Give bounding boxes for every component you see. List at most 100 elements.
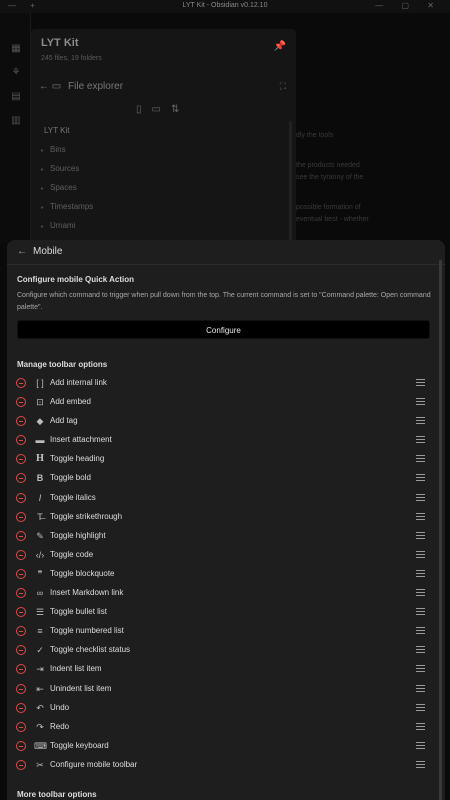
window-controls-right[interactable]: — ▢ ✕ — [375, 1, 442, 10]
remove-circle-icon[interactable] — [16, 397, 26, 408]
drag-handle-icon[interactable] — [416, 741, 425, 749]
remove-circle-icon[interactable] — [16, 378, 26, 388]
drag-handle-icon[interactable] — [416, 703, 425, 711]
drag-handle-icon[interactable] — [416, 379, 425, 386]
toolbar-options-heading: Manage toolbar options — [17, 360, 108, 369]
remove-circle-icon[interactable] — [16, 702, 26, 713]
drag-handle-icon[interactable] — [416, 608, 425, 616]
new-folder-icon[interactable]: ▭ — [152, 104, 171, 115]
window-titlebar: — + LYT Kit - Obsidian v0.12.10 — ▢ ✕ — [0, 0, 450, 13]
drag-handle-icon[interactable] — [416, 569, 425, 577]
remove-circle-icon[interactable] — [16, 626, 26, 637]
remove-circle-icon[interactable] — [16, 664, 26, 675]
remove-circle-icon[interactable] — [16, 511, 26, 522]
remove-circle-icon[interactable] — [16, 588, 26, 599]
remove-circle-icon[interactable] — [16, 473, 26, 484]
grid-icon[interactable]: ▥ — [10, 115, 22, 127]
toolbar-option-label: Toggle italics — [50, 492, 96, 502]
toolbar-option-row: T̶ Toggle strikethrough — [7, 508, 445, 527]
drag-handle-icon[interactable] — [416, 722, 425, 730]
drawer-scrollbar[interactable] — [289, 121, 292, 241]
remove-circle-icon[interactable] — [16, 492, 26, 503]
new-note-icon[interactable]: ▯ — [136, 104, 152, 115]
left-drawer: LYT Kit 245 files, 19 folders 📌 ← ▭ File… — [31, 29, 296, 243]
drag-handle-icon[interactable] — [416, 436, 425, 444]
drag-handle-icon[interactable] — [416, 589, 425, 597]
drag-handle-icon[interactable] — [416, 760, 425, 768]
calendar-icon[interactable]: ▤ — [10, 91, 22, 103]
ribbon: ▦ ⚘ ▤ ▥ — [0, 13, 31, 243]
keyboard-icon: ⌨ — [34, 740, 47, 751]
drag-handle-icon[interactable] — [416, 455, 425, 463]
note-fragment: the products needed — [296, 162, 360, 169]
drag-handle-icon[interactable] — [416, 550, 425, 558]
configure-button[interactable]: Configure — [17, 320, 430, 339]
files-icon[interactable]: ▦ — [10, 43, 22, 55]
remove-circle-icon[interactable] — [16, 683, 26, 694]
remove-circle-icon[interactable] — [16, 759, 26, 770]
drag-handle-icon[interactable] — [416, 398, 425, 406]
quote-icon: ❞ — [37, 568, 43, 579]
divider — [7, 264, 445, 265]
drag-handle-icon[interactable] — [416, 493, 425, 501]
toolbar-option-label: Toggle highlight — [50, 530, 106, 540]
drag-handle-icon[interactable] — [416, 417, 425, 425]
toolbar-option-row: B Toggle bold — [7, 469, 445, 488]
graph-icon[interactable]: ⚘ — [10, 67, 22, 79]
toolbar-option-row: [ ] Add internal link — [7, 374, 445, 393]
remove-circle-icon[interactable] — [16, 740, 26, 751]
vault-name[interactable]: LYT Kit — [41, 37, 79, 49]
back-button[interactable]: ← Mobile — [17, 246, 62, 257]
file-explorer-header[interactable]: ← ▭ File explorer — [39, 81, 123, 92]
remove-circle-icon[interactable] — [16, 607, 26, 618]
toolbar-option-row: ⊡ Add embed — [7, 393, 445, 412]
remove-circle-icon[interactable] — [16, 721, 26, 732]
arrow-left-icon: ← — [17, 246, 27, 257]
embed-icon: ⊡ — [36, 397, 44, 408]
tree-folder[interactable]: ▸ Timestamps — [41, 202, 93, 211]
toolbar-option-label: Toggle checklist status — [50, 645, 131, 655]
remove-circle-icon[interactable] — [16, 549, 26, 560]
toolbar-option-label: Indent list item — [50, 664, 102, 674]
tree-folder[interactable]: ▸ Sources — [41, 164, 79, 173]
drag-handle-icon[interactable] — [416, 665, 425, 673]
image-icon: ▬ — [35, 435, 45, 446]
tree-folder[interactable]: ▸ Bins — [41, 145, 66, 154]
drag-handle-icon[interactable] — [416, 531, 425, 539]
remove-circle-icon[interactable] — [16, 416, 26, 427]
remove-circle-icon[interactable] — [16, 454, 26, 465]
vault-stats: 245 files, 19 folders — [41, 55, 102, 62]
toolbar-option-label: Toggle strikethrough — [50, 511, 123, 521]
toolbar-options-list: [ ] Add internal link ⊡ Add embed ◆ Add tag ▬ I… — [7, 374, 445, 775]
tree-folder[interactable]: ▸ Spaces — [41, 183, 77, 192]
folder-icon: ▭ — [51, 81, 62, 92]
toolbar-option-label: Toggle numbered list — [50, 626, 124, 636]
remove-circle-icon[interactable] — [16, 645, 26, 656]
toolbar-option-row: I Toggle italics — [7, 489, 445, 508]
file-explorer-label: File explorer — [68, 81, 124, 92]
drag-handle-icon[interactable] — [416, 627, 425, 635]
drag-handle-icon[interactable] — [416, 512, 425, 520]
remove-circle-icon[interactable] — [16, 530, 26, 541]
drag-handle-icon[interactable] — [416, 646, 425, 654]
toolbar-option-row: ☰ Toggle bullet list — [7, 603, 445, 622]
pin-icon[interactable]: 📌 — [274, 41, 286, 52]
indent-icon: ⇥ — [36, 664, 44, 675]
toolbar-option-row: ✎ Toggle highlight — [7, 527, 445, 546]
sheet-scrollbar[interactable] — [439, 260, 442, 800]
drag-handle-icon[interactable] — [416, 684, 425, 692]
toolbar-option-label: Add tag — [50, 416, 78, 426]
chevron-right-icon: ▸ — [41, 167, 45, 173]
chevron-right-icon: ▸ — [41, 148, 45, 154]
toolbar-option-row: ↶ Undo — [7, 699, 445, 718]
tree-folder[interactable]: ▸ Umami — [41, 221, 75, 230]
tree-root[interactable]: LYT Kit — [44, 126, 70, 135]
chevron-right-icon: ▸ — [41, 205, 45, 211]
expand-icon[interactable]: ⛶ — [280, 81, 286, 92]
remove-circle-icon[interactable] — [16, 568, 26, 579]
sort-icon[interactable]: ⇅ — [171, 104, 189, 115]
back-arrow-icon[interactable]: ← — [39, 81, 49, 92]
remove-circle-icon[interactable] — [16, 435, 26, 446]
toolbar-option-label: Configure mobile toolbar — [50, 759, 138, 769]
drag-handle-icon[interactable] — [416, 474, 425, 482]
